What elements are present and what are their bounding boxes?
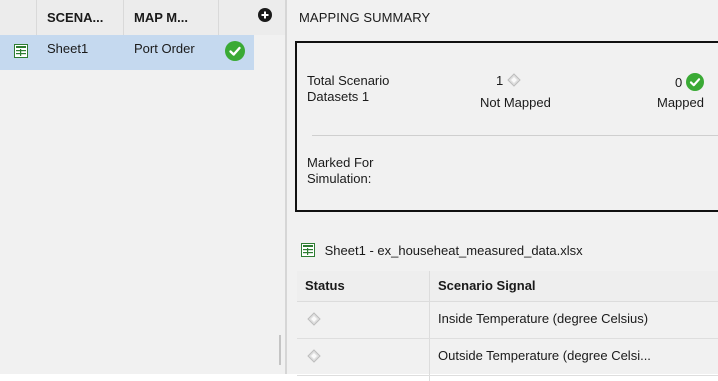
mapped-count: 0 <box>675 73 704 95</box>
scenario-table-header: SCENA... MAP M... <box>0 0 285 35</box>
scenario-panel: SCENA... MAP M... Sheet1 Port Order <box>0 0 285 374</box>
diamond-status-icon <box>507 73 521 91</box>
check-circle-icon <box>685 73 704 95</box>
column-header-map-mode[interactable]: MAP M... <box>134 0 216 35</box>
spreadsheet-icon <box>14 44 28 61</box>
scenario-signal-cell: Outside Temperature (degree Celsi... <box>438 348 651 363</box>
marked-for-simulation-label: Marked For Simulation: <box>307 155 374 186</box>
column-header-scenario[interactable]: SCENA... <box>47 0 117 35</box>
file-title-row: Sheet1 - ex_househeat_measured_data.xlsx <box>301 243 583 260</box>
plus-circle-icon[interactable] <box>258 8 272 25</box>
column-separator <box>123 0 124 35</box>
scenario-name: Sheet1 <box>47 41 89 56</box>
column-header-status[interactable]: Status <box>305 271 345 301</box>
spreadsheet-icon <box>301 243 315 260</box>
column-header-scenario-signal[interactable]: Scenario Signal <box>438 271 536 301</box>
map-mode-value: Port Order <box>134 41 195 56</box>
file-name: Sheet1 - ex_househeat_measured_data.xlsx <box>324 243 583 258</box>
column-separator <box>36 0 37 35</box>
mapped-label: Mapped <box>657 95 704 110</box>
not-mapped-count: 1 <box>496 73 521 91</box>
total-datasets-label: Total Scenario Datasets 1 <box>307 73 390 104</box>
summary-divider <box>312 135 718 136</box>
mapping-summary-panel: MAPPING SUMMARY Total Scenario Datasets … <box>287 0 718 381</box>
table-row[interactable]: Inside Temperature (degree Celsius) <box>297 302 718 339</box>
diamond-status-icon <box>307 349 321 366</box>
not-mapped-label: Not Mapped <box>480 95 551 110</box>
check-circle-icon <box>225 41 245 64</box>
column-separator <box>218 0 219 35</box>
summary-box: Total Scenario Datasets 1 1 Not Mapped 0… <box>295 41 718 212</box>
diamond-status-icon <box>307 312 321 329</box>
scenario-signal-cell: Inside Temperature (degree Celsius) <box>438 311 649 326</box>
summary-title: MAPPING SUMMARY <box>299 10 431 25</box>
table-row[interactable]: Outside Temperature (degree Celsi... <box>297 339 718 376</box>
scenario-row[interactable]: Sheet1 Port Order <box>0 35 254 70</box>
panel-resize-grip[interactable] <box>279 335 281 365</box>
